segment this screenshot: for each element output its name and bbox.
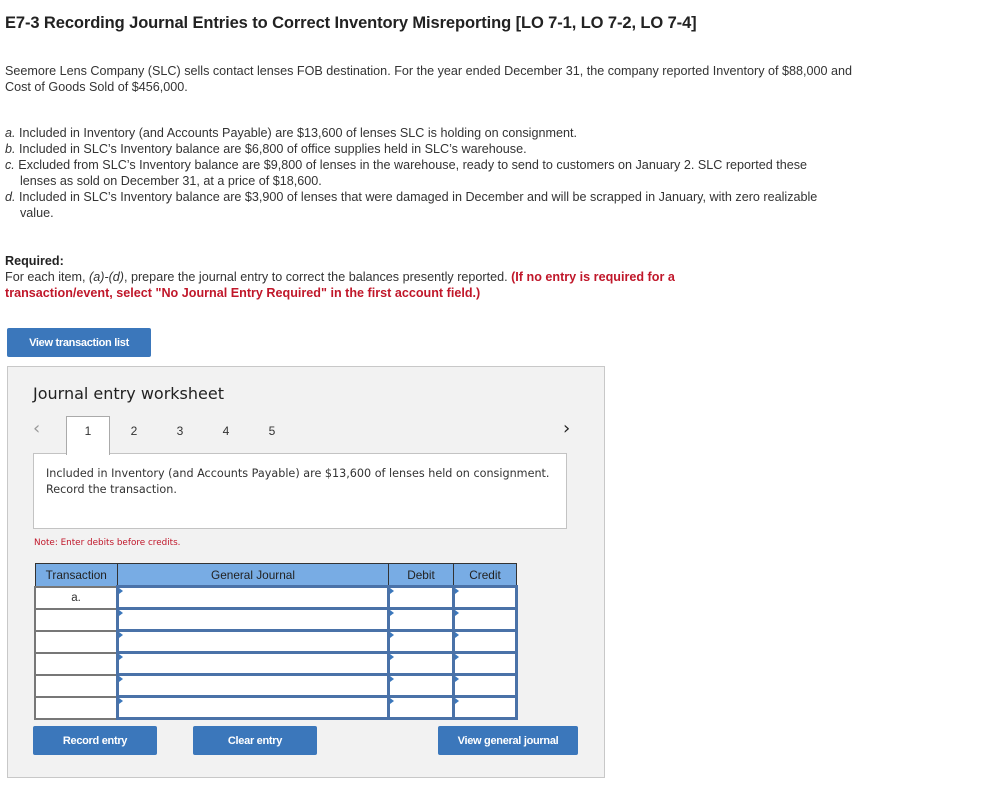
table-row — [34, 607, 518, 632]
account-input[interactable] — [116, 607, 390, 632]
item-letter: b. — [5, 142, 16, 156]
view-transaction-list-button[interactable]: View transaction list — [7, 328, 151, 357]
transaction-cell — [34, 695, 119, 720]
transaction-cell — [34, 673, 119, 698]
journal-entry-worksheet: Journal entry worksheet ‹ 1 2 3 4 5 › In… — [7, 366, 605, 778]
account-input[interactable] — [116, 585, 390, 610]
item-d: d. Included in SLC’s Inventory balance a… — [5, 189, 845, 221]
tab-1[interactable]: 1 — [66, 416, 110, 455]
transaction-cell — [34, 651, 119, 676]
item-letter: c. — [5, 158, 15, 172]
account-input[interactable] — [116, 651, 390, 676]
debits-credits-note: Note: Enter debits before credits. — [34, 538, 181, 548]
required-text: For each item, (a)-(d), prepare the jour… — [5, 269, 775, 301]
required-section: Required: For each item, (a)-(d), prepar… — [5, 253, 775, 301]
required-text-italic: (a)-(d) — [89, 270, 124, 284]
credit-input[interactable] — [452, 607, 518, 632]
item-text: Excluded from SLC’s Inventory balance ar… — [14, 158, 808, 188]
account-input[interactable] — [116, 673, 390, 698]
problem-title: E7-3 Recording Journal Entries to Correc… — [5, 14, 697, 32]
table-row — [34, 695, 518, 720]
credit-input[interactable] — [452, 695, 518, 720]
credit-input[interactable] — [452, 651, 518, 676]
header-general-journal: General Journal — [117, 563, 389, 587]
transaction-cell — [34, 607, 119, 632]
item-text: Included in SLC’s Inventory balance are … — [15, 190, 818, 220]
account-input[interactable] — [116, 629, 390, 654]
required-text-before: For each item, — [5, 270, 89, 284]
required-text-after: , prepare the journal entry to correct t… — [123, 270, 512, 284]
header-transaction: Transaction — [34, 563, 118, 587]
transaction-cell — [34, 629, 119, 654]
item-text: Included in Inventory (and Accounts Paya… — [15, 126, 577, 140]
tab-5[interactable]: 5 — [252, 417, 292, 453]
table-header-row: Transaction General Journal Debit Credit — [34, 563, 517, 587]
tab-4[interactable]: 4 — [206, 417, 246, 453]
chevron-right-icon[interactable]: › — [563, 418, 570, 439]
credit-input[interactable] — [452, 673, 518, 698]
transaction-description: Included in Inventory (and Accounts Paya… — [33, 453, 567, 529]
record-entry-button[interactable]: Record entry — [33, 726, 157, 755]
item-letter: a. — [5, 126, 16, 140]
header-credit: Credit — [453, 563, 517, 587]
debit-input[interactable] — [387, 695, 455, 720]
required-label: Required: — [5, 254, 64, 268]
clear-entry-button[interactable]: Clear entry — [193, 726, 317, 755]
item-text: Included in SLC’s Inventory balance are … — [15, 142, 527, 156]
debit-input[interactable] — [387, 651, 455, 676]
tab-3[interactable]: 3 — [160, 417, 200, 453]
item-letter: d. — [5, 190, 16, 204]
table-row — [34, 629, 518, 654]
header-debit: Debit — [388, 563, 454, 587]
account-input[interactable] — [116, 695, 390, 720]
transaction-cell: a. — [34, 585, 119, 610]
problem-items: a. Included in Inventory (and Accounts P… — [5, 125, 845, 221]
chevron-left-icon[interactable]: ‹ — [33, 418, 40, 439]
credit-input[interactable] — [452, 585, 518, 610]
table-row — [34, 673, 518, 698]
table-row: a. — [34, 585, 518, 610]
view-general-journal-button[interactable]: View general journal — [438, 726, 578, 755]
debit-input[interactable] — [387, 673, 455, 698]
item-a: a. Included in Inventory (and Accounts P… — [5, 125, 845, 141]
tab-2[interactable]: 2 — [114, 417, 154, 453]
item-b: b. Included in SLC’s Inventory balance a… — [5, 141, 845, 157]
problem-intro: Seemore Lens Company (SLC) sells contact… — [5, 64, 853, 94]
journal-table: Transaction General Journal Debit Credit… — [34, 563, 518, 720]
credit-input[interactable] — [452, 629, 518, 654]
debit-input[interactable] — [387, 629, 455, 654]
debit-input[interactable] — [387, 585, 455, 610]
table-row — [34, 651, 518, 676]
item-c: c. Excluded from SLC’s Inventory balance… — [5, 157, 845, 189]
worksheet-title: Journal entry worksheet — [33, 384, 224, 403]
debit-input[interactable] — [387, 607, 455, 632]
